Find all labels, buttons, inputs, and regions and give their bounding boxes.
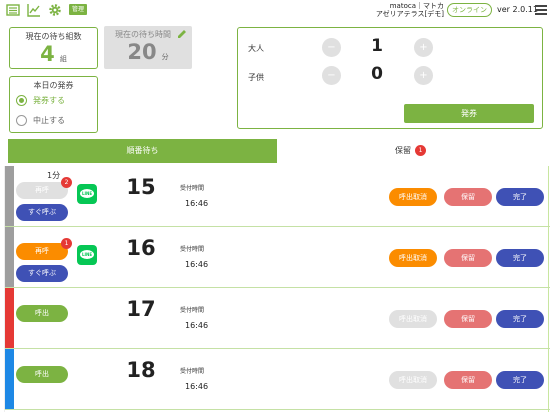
received-time-label: 受付時間 xyxy=(180,307,205,314)
child-minus-button[interactable]: − xyxy=(322,66,341,85)
hold-button[interactable]: 保留 xyxy=(444,310,492,328)
ticket-number: 16 xyxy=(126,236,156,260)
list-icon[interactable] xyxy=(6,3,20,17)
done-button[interactable]: 完了 xyxy=(496,249,544,267)
recall-button[interactable]: 再呼 xyxy=(16,182,68,199)
tab-hold[interactable]: 保留 1 xyxy=(277,139,544,163)
child-plus-button[interactable]: + xyxy=(414,66,433,85)
chart-icon[interactable] xyxy=(27,3,41,17)
radio-issue-circle[interactable] xyxy=(16,95,27,106)
radio-stop-circle[interactable] xyxy=(16,115,27,126)
child-count: 0 xyxy=(371,64,383,84)
ticket-number: 17 xyxy=(126,297,156,321)
adult-label: 大人 xyxy=(248,44,264,53)
ticket-number: 18 xyxy=(126,358,156,382)
ticket-number: 15 xyxy=(126,175,156,199)
list-item: 再呼 1 すぐ呼ぶ LINE 16 受付時間 16:46 呼出取消 保留 完了 xyxy=(5,227,550,288)
cancel-call-button[interactable]: 呼出取消 xyxy=(389,371,437,389)
cancel-call-button[interactable]: 呼出取消 xyxy=(389,310,437,328)
call-now-button[interactable]: すぐ呼ぶ xyxy=(16,265,68,282)
row-status-strip xyxy=(5,166,14,226)
tab-waiting[interactable]: 順番待ち xyxy=(8,139,277,163)
radio-stop-label: 中止する xyxy=(33,116,65,125)
call-count-badge: 1 xyxy=(61,238,72,249)
received-time-label: 受付時間 xyxy=(180,368,205,375)
pencil-icon[interactable] xyxy=(177,29,187,39)
recall-button[interactable]: 再呼 xyxy=(16,243,68,260)
today-issue-card: 本日の発券 発券する 中止する xyxy=(9,76,98,133)
top-bar: 管理 matoca｜マトカ アゼリアテラス[デモ] オンライン ver 2.0.… xyxy=(0,0,552,20)
child-label: 子供 xyxy=(248,73,264,82)
done-button[interactable]: 完了 xyxy=(496,310,544,328)
version-label: ver 2.0.11 xyxy=(497,5,538,14)
radio-issue-label: 発券する xyxy=(33,96,65,105)
tab-hold-label: 保留 xyxy=(395,146,411,155)
list-item: 呼出 17 受付時間 16:46 呼出取消 保留 完了 xyxy=(5,288,550,349)
received-time: 16:46 xyxy=(185,382,209,391)
adult-plus-button[interactable]: + xyxy=(414,38,433,57)
hold-count-badge: 1 xyxy=(415,145,426,156)
online-status-button[interactable]: オンライン xyxy=(447,3,492,17)
store-name-line1: matoca｜マトカ xyxy=(389,2,444,10)
store-name-line2: アゼリアテラス[デモ] xyxy=(375,10,444,18)
radio-issue[interactable]: 発券する xyxy=(16,95,65,106)
list-item: 1分 再呼 2 すぐ呼ぶ LINE 15 受付時間 16:46 呼出取消 保留 … xyxy=(5,166,550,227)
received-time: 16:46 xyxy=(185,199,209,208)
call-button[interactable]: 呼出 xyxy=(16,366,68,383)
done-button[interactable]: 完了 xyxy=(496,188,544,206)
row-status-strip xyxy=(5,227,14,287)
store-name: matoca｜マトカ アゼリアテラス[デモ] xyxy=(376,2,444,18)
wait-count-card: 現在の待ち組数 4 組 xyxy=(9,27,98,69)
call-button[interactable]: 呼出 xyxy=(16,305,68,322)
received-time: 16:46 xyxy=(185,321,209,330)
received-time: 16:46 xyxy=(185,260,209,269)
cancel-call-button[interactable]: 呼出取消 xyxy=(389,249,437,267)
wait-count-unit: 組 xyxy=(59,55,67,63)
issue-button[interactable]: 発券 xyxy=(404,104,534,123)
menu-icon[interactable] xyxy=(535,5,547,15)
line-icon: LINE xyxy=(77,245,97,265)
elapsed-time: 1分 xyxy=(47,171,61,180)
hold-button[interactable]: 保留 xyxy=(444,188,492,206)
issue-panel: 大人 − 1 + 子供 − 0 + 発券 xyxy=(237,27,543,129)
admin-badge: 管理 xyxy=(69,4,88,15)
line-icon: LINE xyxy=(77,184,97,204)
done-button[interactable]: 完了 xyxy=(496,371,544,389)
call-count-badge: 2 xyxy=(61,177,72,188)
received-time-label: 受付時間 xyxy=(180,246,205,253)
wait-count-value: 4 xyxy=(40,42,55,66)
row-status-strip xyxy=(5,349,14,409)
hold-button[interactable]: 保留 xyxy=(444,371,492,389)
call-now-button[interactable]: すぐ呼ぶ xyxy=(16,204,68,221)
list-item: 呼出 18 受付時間 16:46 呼出取消 保留 完了 xyxy=(5,349,550,410)
cancel-call-button[interactable]: 呼出取消 xyxy=(389,188,437,206)
wait-time-value: 20 xyxy=(127,40,157,64)
gear-icon[interactable] xyxy=(48,3,62,17)
ticket-list: 1分 再呼 2 すぐ呼ぶ LINE 15 受付時間 16:46 呼出取消 保留 … xyxy=(4,166,550,412)
adult-count: 1 xyxy=(371,36,383,56)
today-issue-title: 本日の発券 xyxy=(33,81,74,90)
hold-button[interactable]: 保留 xyxy=(444,249,492,267)
line-text: LINE xyxy=(80,189,94,198)
row-status-strip xyxy=(5,288,14,348)
wait-time-card[interactable]: 現在の待ち時間 20 分 xyxy=(104,26,192,69)
wait-time-unit: 分 xyxy=(161,53,169,61)
adult-minus-button[interactable]: − xyxy=(322,38,341,57)
received-time-label: 受付時間 xyxy=(180,185,205,192)
wait-count-title: 現在の待ち組数 xyxy=(25,32,82,41)
line-text: LINE xyxy=(80,250,94,259)
radio-stop[interactable]: 中止する xyxy=(16,115,65,126)
